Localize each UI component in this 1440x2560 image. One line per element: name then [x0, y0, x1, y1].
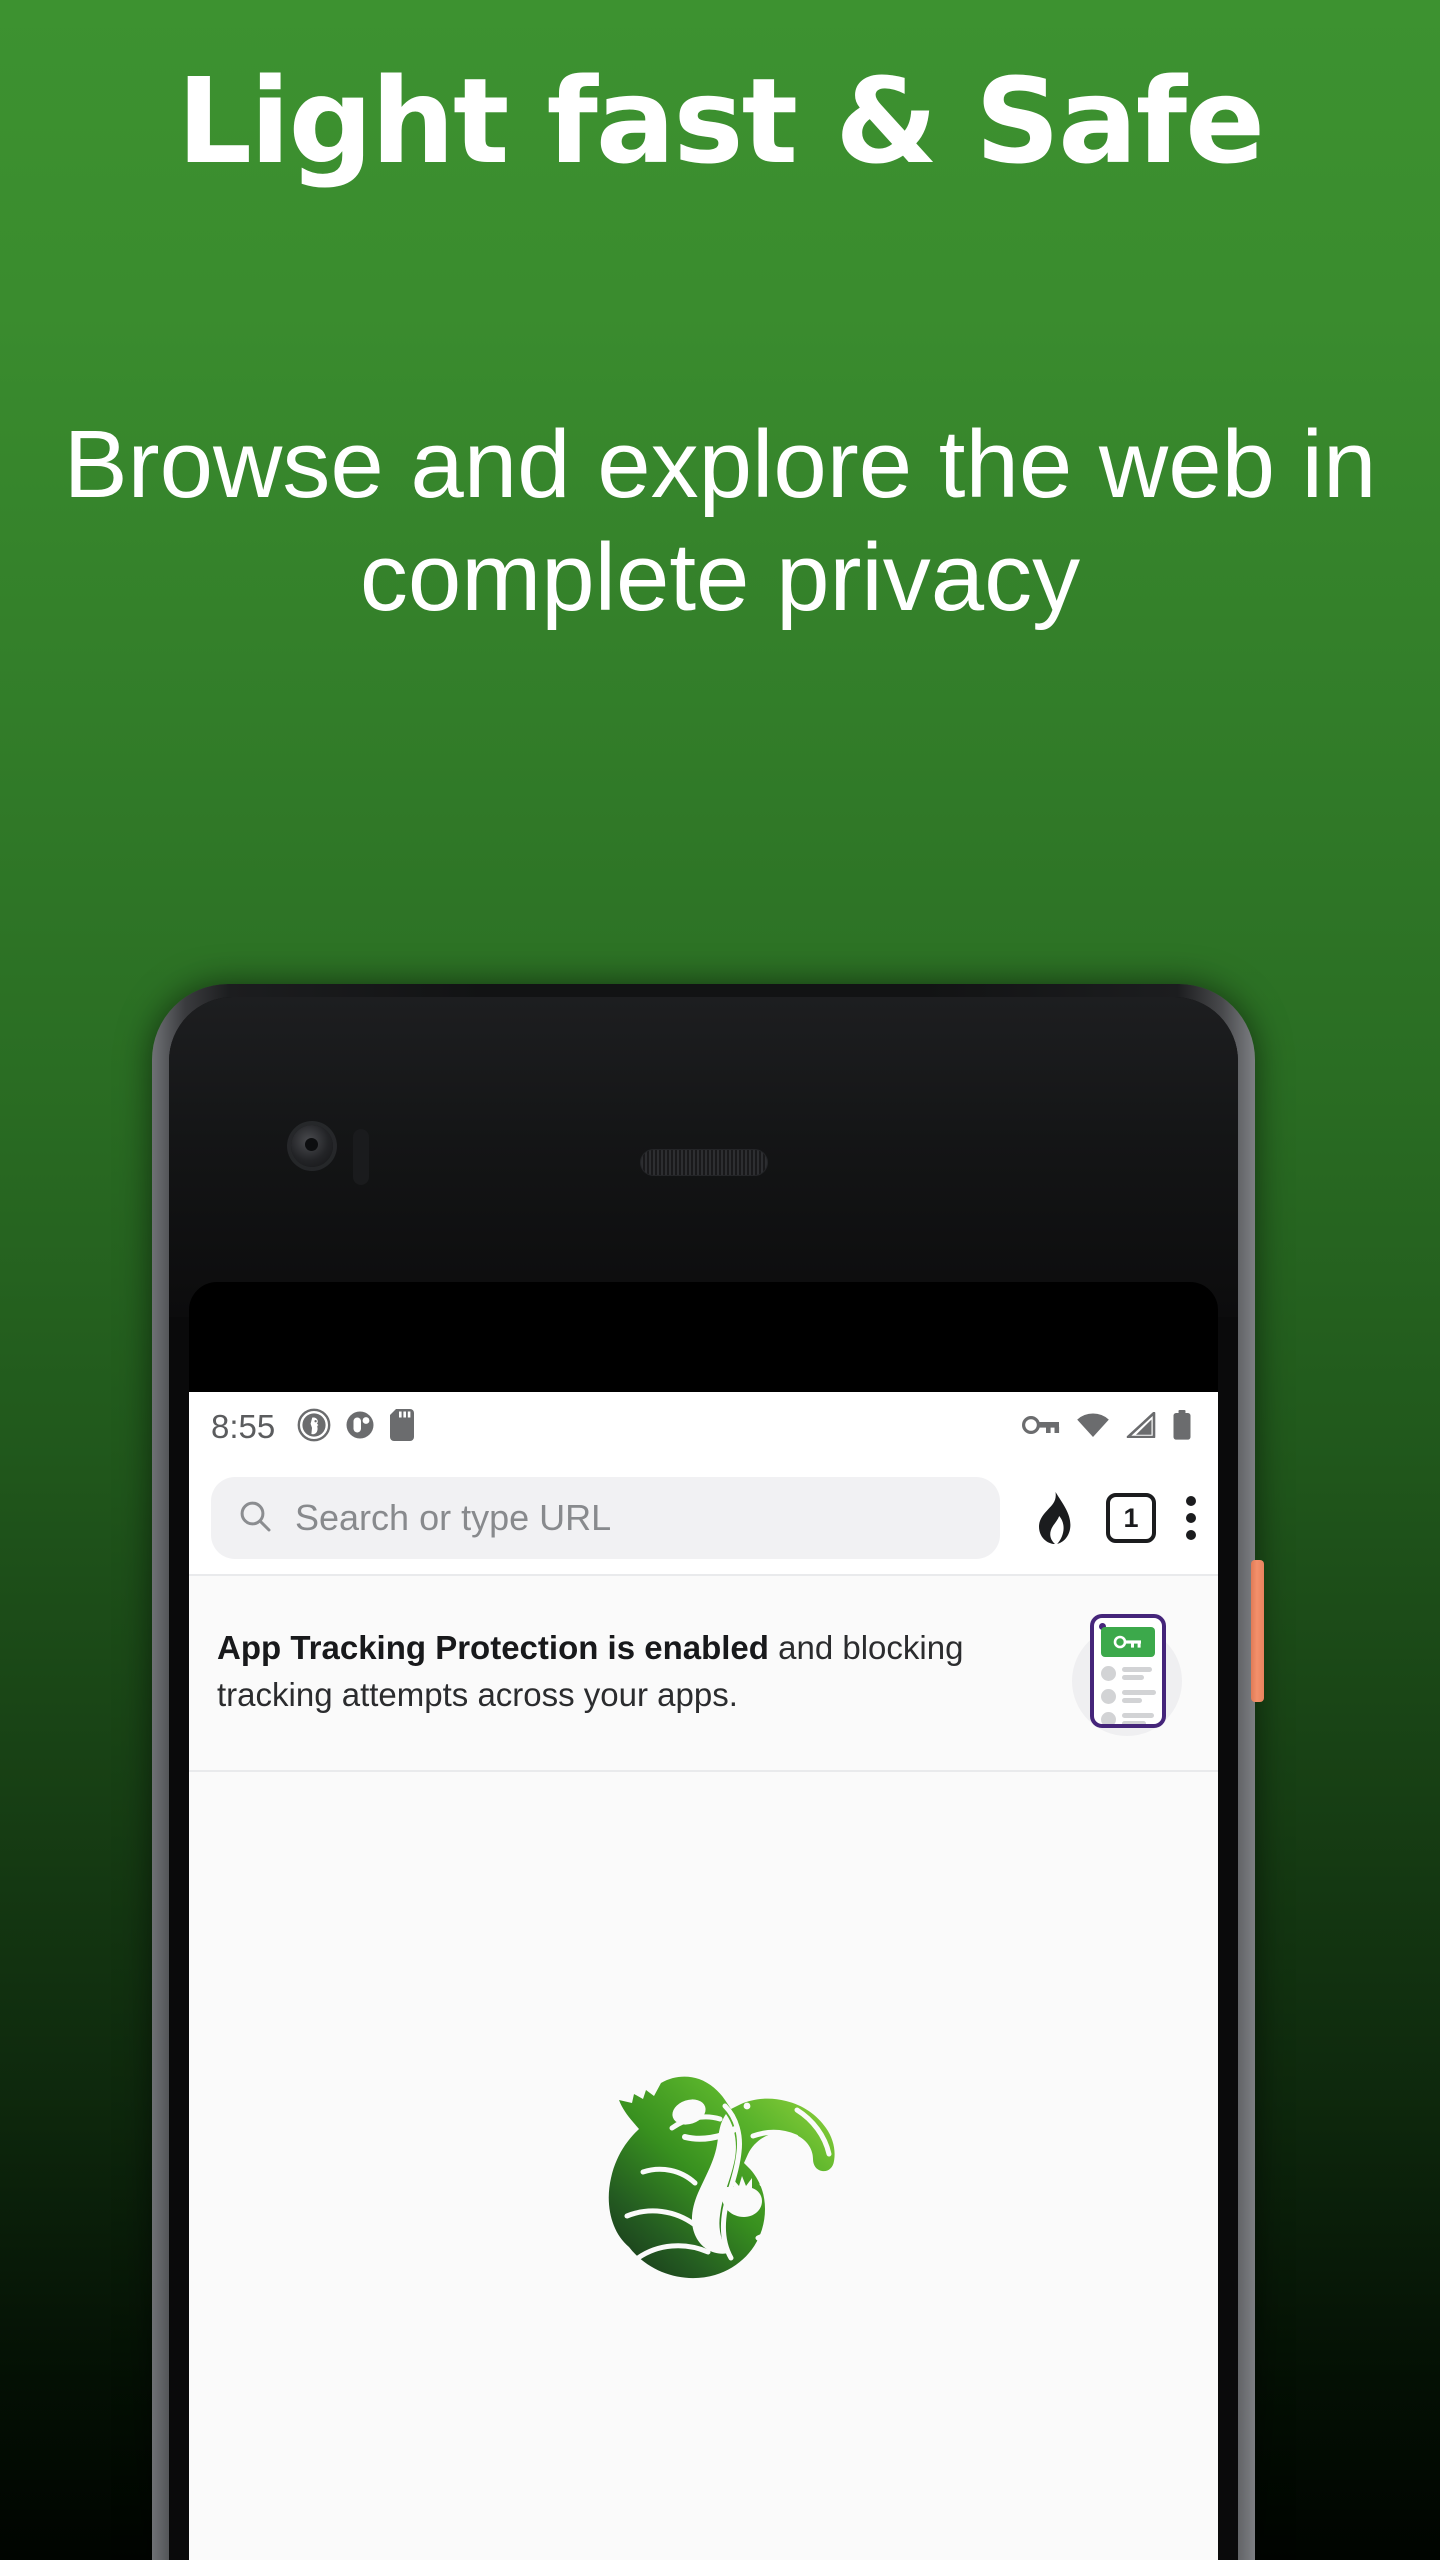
battery-icon	[1172, 1409, 1192, 1445]
status-bar-clock: 8:55	[211, 1408, 276, 1445]
tab-count-label: 1	[1106, 1493, 1156, 1543]
cellular-signal-icon	[1126, 1411, 1156, 1443]
app-tracking-protection-illustration	[1066, 1610, 1190, 1736]
browser-toolbar: Search or type URL 1	[189, 1462, 1218, 1574]
phone-top-glass	[169, 997, 1238, 1317]
search-input-placeholder: Search or type URL	[295, 1497, 612, 1538]
key-icon	[1101, 1627, 1155, 1657]
app-notification-icon	[345, 1409, 375, 1446]
page-title: Light fast & Safe	[176, 52, 1265, 190]
new-tab-page	[189, 1772, 1218, 2560]
search-icon	[237, 1498, 273, 1539]
phone-screen: 8:55 Search or type URL 1 App Tracking P…	[189, 1392, 1218, 2560]
phone-mockup: 8:55 Search or type URL 1 App Tracking P…	[152, 984, 1264, 2560]
search-input[interactable]: Search or type URL	[211, 1477, 1000, 1559]
tab-switcher-button[interactable]: 1	[1106, 1493, 1156, 1543]
proximity-sensor-icon	[353, 1129, 369, 1185]
promo-subtitle: Browse and explore the web in complete p…	[63, 411, 1377, 632]
wifi-icon	[1076, 1412, 1110, 1443]
status-bar-system-icons	[1021, 1409, 1192, 1445]
app-tracking-protection-banner[interactable]: App Tracking Protection is enabled and b…	[189, 1576, 1218, 1770]
sd-card-icon	[389, 1408, 415, 1447]
atp-banner-bold-text: App Tracking Protection is enabled	[217, 1629, 769, 1667]
fire-button[interactable]	[1030, 1490, 1076, 1546]
camera-lens-icon	[291, 1125, 333, 1167]
atp-banner-text: App Tracking Protection is enabled and b…	[217, 1625, 1046, 1719]
status-bar-notification-icons	[297, 1408, 415, 1447]
power-button[interactable]	[1251, 1560, 1264, 1702]
status-bar: 8:55	[189, 1392, 1218, 1462]
duckduckgo-dax-iguana-logo	[539, 2044, 869, 2314]
earpiece-speaker-icon	[639, 1149, 768, 1176]
duckduckgo-icon	[297, 1408, 331, 1447]
kebab-menu-icon[interactable]	[1186, 1496, 1196, 1540]
vpn-key-icon	[1021, 1413, 1060, 1442]
promo-screenshot: Light fast & Safe Browse and explore the…	[0, 0, 1440, 2560]
